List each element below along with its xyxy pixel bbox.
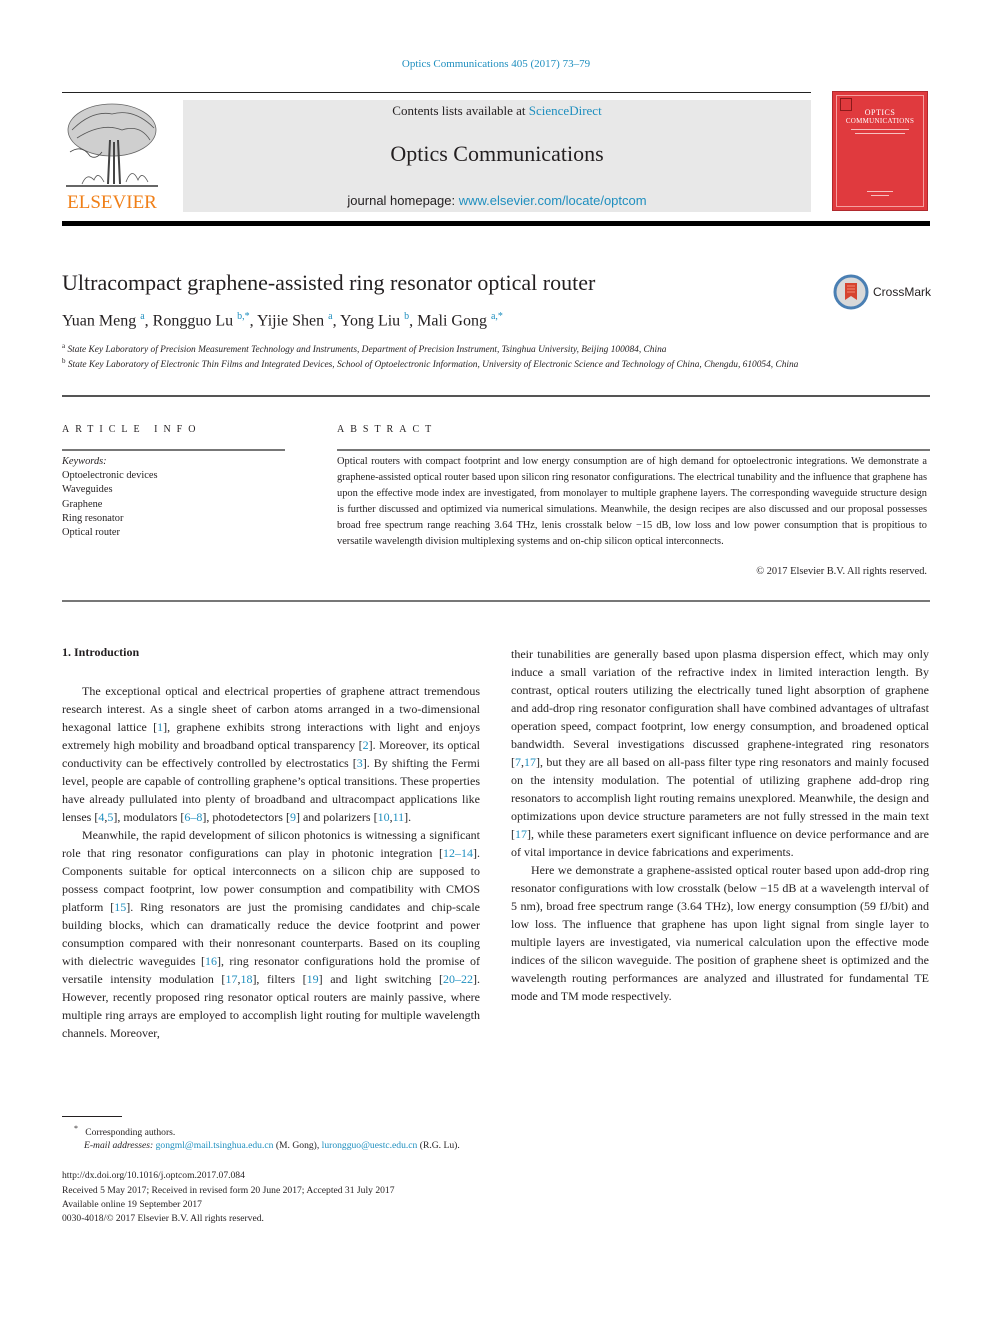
section-rule <box>62 395 930 397</box>
section-heading-introduction: 1. Introduction <box>62 645 140 659</box>
author-affil-marker[interactable]: b,* <box>237 311 250 322</box>
body-text: Here we demonstrate a graphene-assisted … <box>511 863 929 1003</box>
journal-citation-link[interactable]: Optics Communications 405 (2017) 73–79 <box>0 58 992 70</box>
citation-link[interactable]: 17 <box>524 755 536 769</box>
author-list: Yuan Meng a, Rongguo Lu b,*, Yijie Shen … <box>62 311 503 330</box>
body-text: ]. <box>404 810 412 824</box>
body-text: ], photodetectors [ <box>202 810 290 824</box>
body-paragraph: The exceptional optical and electrical p… <box>62 682 480 826</box>
keyword-item: Waveguides <box>62 484 113 496</box>
email-addresses: E-mail addresses: gongml@mail.tsinghua.e… <box>84 1140 460 1151</box>
received-dates: Received 5 May 2017; Received in revised… <box>62 1185 395 1196</box>
journal-cover-thumbnail[interactable]: OPTICS COMMUNICATIONS <box>832 91 928 211</box>
footnote-rule <box>62 1116 122 1117</box>
section-rule <box>62 600 930 602</box>
masthead-top-rule <box>62 92 811 93</box>
citation-link[interactable]: 10 <box>378 810 390 824</box>
body-text: ] and polarizers [ <box>295 810 378 824</box>
author-name[interactable]: Rongguo Lu <box>153 312 233 329</box>
author-name[interactable]: Yong Liu <box>340 312 400 329</box>
keyword-item: Optoelectronic devices <box>62 470 158 482</box>
article-info-rule <box>62 449 285 451</box>
cover-subtitle-line <box>855 133 905 134</box>
abstract-rule <box>337 449 930 451</box>
keyword-item: Graphene <box>62 498 103 510</box>
body-paragraph: their tunabilities are generally based u… <box>511 645 929 861</box>
journal-homepage-line: journal homepage: www.elsevier.com/locat… <box>183 193 811 208</box>
citation-link[interactable]: 16 <box>205 954 217 968</box>
abstract-heading: ABSTRACT <box>337 424 438 435</box>
cover-title-line1: OPTICS <box>864 108 896 117</box>
doi-link[interactable]: http://dx.doi.org/10.1016/j.optcom.2017.… <box>62 1170 245 1181</box>
author-name[interactable]: Yijie Shen <box>257 312 324 329</box>
affiliation-text: State Key Laboratory of Electronic Thin … <box>67 360 799 371</box>
body-text: their tunabilities are generally based u… <box>511 647 929 769</box>
citation-link[interactable]: 20–22 <box>443 972 473 986</box>
body-text: ], filters [ <box>252 972 307 986</box>
cover-subtitle-line <box>851 129 909 130</box>
contents-line: Contents lists available at ScienceDirec… <box>183 103 811 119</box>
corresponding-text: Corresponding authors. <box>85 1127 176 1139</box>
abstract-copyright: © 2017 Elsevier B.V. All rights reserved… <box>756 566 927 577</box>
keyword-item: Ring resonator <box>62 512 124 524</box>
article-title: Ultracompact graphene-assisted ring reso… <box>62 270 596 295</box>
citation-link[interactable]: 19 <box>307 972 319 986</box>
abstract-text: Optical routers with compact footprint a… <box>337 456 927 547</box>
footnote-star: * <box>74 1124 78 1133</box>
author-affil-marker[interactable]: a,* <box>491 311 503 322</box>
crossmark-icon <box>833 274 869 310</box>
journal-name: Optics Communications <box>390 141 604 166</box>
affiliation-b: b State Key Laboratory of Electronic Thi… <box>62 354 822 372</box>
crossmark-label[interactable]: CrossMark <box>873 285 931 299</box>
citation-link[interactable]: 6–8 <box>184 810 202 824</box>
citation-link[interactable]: 15 <box>114 900 126 914</box>
journal-homepage-link[interactable]: www.elsevier.com/locate/optcom <box>459 193 647 208</box>
available-online-date: Available online 19 September 2017 <box>62 1199 202 1210</box>
email-link-lu[interactable]: lurongguo@uestc.edu.cn <box>322 1140 418 1151</box>
author-name[interactable]: Yuan Meng <box>62 312 136 329</box>
email-link-gong[interactable]: gongml@mail.tsinghua.edu.cn <box>156 1140 274 1151</box>
author-affil-marker[interactable]: a <box>140 311 144 322</box>
cover-footer-line <box>867 191 893 192</box>
masthead-bottom-rule <box>62 221 930 226</box>
issn-copyright: 0030-4018/© 2017 Elsevier B.V. All right… <box>62 1213 264 1224</box>
body-text: Meanwhile, the rapid development of sili… <box>62 828 480 860</box>
keyword-item: Optical router <box>62 527 120 539</box>
homepage-prefix: journal homepage: <box>347 193 459 208</box>
author-affil-marker[interactable]: b <box>404 311 409 322</box>
keywords-label: Keywords: <box>62 456 107 467</box>
contents-prefix: Contents lists available at <box>392 103 529 118</box>
email-owner: (M. Gong), <box>273 1140 322 1151</box>
citation-link[interactable]: 18 <box>240 972 252 986</box>
body-text: ], while these parameters exert signific… <box>511 827 929 859</box>
cover-title-line2: COMMUNICATIONS <box>845 117 915 125</box>
body-paragraph: Here we demonstrate a graphene-assisted … <box>511 861 929 1005</box>
email-label: E-mail addresses: <box>84 1140 156 1151</box>
citation-link[interactable]: 12–14 <box>443 846 473 860</box>
article-info-heading: ARTICLE INFO <box>62 424 202 435</box>
author-affil-marker[interactable]: a <box>328 311 332 322</box>
citation-link[interactable]: 11 <box>393 810 405 824</box>
body-text: ], modulators [ <box>113 810 185 824</box>
author-name[interactable]: Mali Gong <box>417 312 487 329</box>
sciencedirect-link[interactable]: ScienceDirect <box>529 103 602 118</box>
affiliation-key: b <box>62 357 66 365</box>
body-column-left: The exceptional optical and electrical p… <box>62 682 480 1042</box>
affiliation-key: a <box>62 342 66 350</box>
keywords-block: Keywords: Optoelectronic devices Wavegui… <box>62 455 158 540</box>
body-column-right: their tunabilities are generally based u… <box>511 645 929 1005</box>
citation-link[interactable]: 17 <box>225 972 237 986</box>
elsevier-wordmark: ELSEVIER <box>67 192 157 213</box>
email-owner: (R.G. Lu). <box>417 1140 460 1151</box>
body-text: ] and light switching [ <box>318 972 444 986</box>
body-paragraph: Meanwhile, the rapid development of sili… <box>62 826 480 1042</box>
corresponding-authors-note: * Corresponding authors. <box>74 1124 175 1138</box>
citation-link[interactable]: 17 <box>515 827 527 841</box>
cover-footer-line <box>871 195 889 196</box>
